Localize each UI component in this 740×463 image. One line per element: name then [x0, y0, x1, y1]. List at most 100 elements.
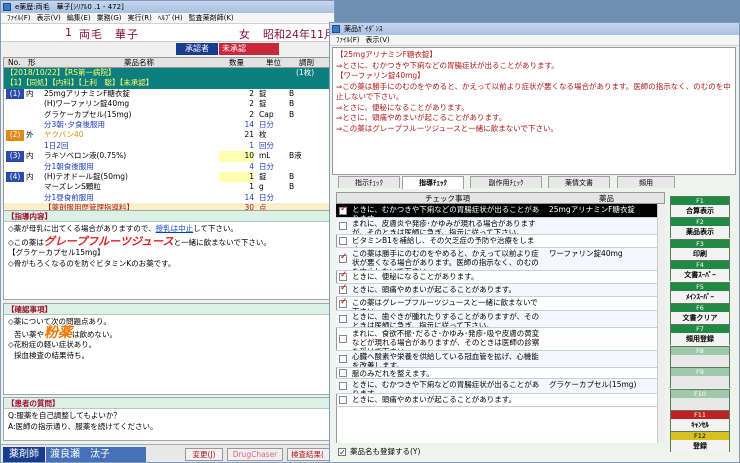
tab-instruction-check[interactable]: 指示ﾁｪｯｸ — [338, 176, 400, 188]
rx-row[interactable]: (2) 外ヤクバン40 21 枚 — [4, 130, 332, 141]
function-button-f5[interactable]: F5 ﾒｲﾝｽｰﾊﾟｰ — [670, 281, 730, 303]
check-row[interactable]: この薬は勝手にのむのをやめると、かえって以前より症状が悪くなる場合があります。医… — [336, 248, 665, 271]
col-form: 形 — [28, 58, 36, 67]
menu-view[interactable]: 表示(V) — [37, 14, 61, 22]
rx-row[interactable]: 【1】【1】【同処】【内科】【上利 聡】【未承認】 — [4, 78, 332, 89]
patient-header: 1 両毛 華子 女 昭和24年11月 — [1, 24, 334, 42]
check-row-checkbox[interactable] — [339, 369, 347, 377]
check-row-checkbox[interactable] — [339, 315, 347, 323]
rx-qty: 2 — [249, 88, 254, 98]
function-button-f12[interactable]: F12 登録 — [670, 431, 730, 453]
check-row-checkbox[interactable] — [339, 335, 347, 343]
menu-business[interactable]: 業務(G) — [97, 14, 122, 22]
check-row[interactable]: ときに、むかつきや下痢などの胃腸症状が出ることがあります。 グラケーカプセル(15… — [336, 379, 665, 394]
function-button-f3[interactable]: F3 印刷 — [670, 238, 730, 260]
check-row[interactable]: 脈のみだれを整えます。 — [336, 368, 665, 379]
menu-help[interactable]: ﾍﾙﾌﾟ(H) — [158, 14, 183, 22]
guidance-line-2: ◇この薬はグレープフルーツジュースと一緒に飲まないで下さい。 — [8, 236, 326, 249]
function-button-f9[interactable]: F9 — [670, 367, 730, 389]
function-button-f2[interactable]: F2 薬品表示 — [670, 217, 730, 239]
function-key-label: F2 — [671, 218, 729, 227]
guidance-text-1a: ◇薬が母乳に出てくる場合がありますので、 — [8, 224, 156, 233]
main-window: e薬歴:両毛 華子[ｼﾘｱﾙ0 .1 - 472] ﾌｧｲﾙ(F) 表示(V) 編集… — [0, 0, 335, 463]
check-row-text: この薬はグレープフルーツジュースと一緒に飲まないで下さい。 — [352, 298, 538, 310]
guidance-section: 【指導内容】 ◇薬が母乳に出てくる場合がありますので、授乳は中止して下さい。 ◇… — [3, 210, 331, 300]
rx-adjust: B液 — [289, 151, 302, 161]
check-row-checkbox[interactable] — [339, 284, 348, 294]
rx-row[interactable]: グラケーカプセル(15mg) 2 Cap B — [4, 109, 332, 120]
check-row[interactable]: ときに、便秘になることがあります。 — [336, 271, 665, 284]
check-row[interactable]: ビタミンB1を補給し、その欠乏症の予防や治療をします。 — [336, 235, 665, 248]
rx-row[interactable]: (3) 内ラキソベロン液(0.75%) 10 mL B液 — [4, 151, 332, 162]
rx-no: (4) — [6, 172, 24, 183]
check-row-text: 心臓へ酸素や栄養を供給している冠血管を拡げ、心機能を改善します。 — [352, 352, 539, 368]
check-row-text: ときに、むかつきや下痢などの胃腸症状が出ることがあります。 — [352, 205, 540, 217]
rx-row[interactable]: (H)ワーファリン錠40mg 2 錠 B — [4, 99, 332, 110]
rx-unit: 日分 — [259, 120, 274, 129]
guidance-text-area[interactable]: 【25mgアリナミンF糖衣錠】 ⇒とさに、むかつきや下痢などの胃腸症状が出ることが… — [332, 47, 736, 175]
check-row-checkbox[interactable] — [339, 237, 347, 245]
check-row[interactable]: ときに、頭痛やめまいが起こることがあります。 — [336, 284, 665, 297]
check-row-text: この薬は勝手にのむのをやめると、かえって以前より症状が悪くなる場合があります。医… — [352, 249, 539, 270]
check-table-scrollbar[interactable] — [657, 204, 665, 443]
check-row-checkbox[interactable] — [339, 382, 347, 390]
rx-row[interactable]: (1) 内 25mgアリナミンF糖衣錠 2 錠 B — [4, 88, 332, 100]
guidance-menu-view[interactable]: 表示(V) — [366, 36, 390, 44]
function-button-f8[interactable]: F8 — [670, 345, 730, 367]
tab-guidance-check[interactable]: 指導ﾁｪｯｸ — [402, 176, 464, 189]
tab-drug-info[interactable]: 薬情文書 — [548, 176, 610, 188]
menu-run[interactable]: 実行(R) — [128, 14, 152, 22]
tab-side-effect-check[interactable]: 副作用ﾁｪｯｸ — [470, 176, 542, 188]
check-row[interactable]: まれに、皮膚炎や発疹･かゆみが現れる場合がありますが、そのときは医師に急ぎ、指示… — [336, 218, 665, 235]
check-row[interactable]: 心臓へ酸素や栄養を供給している冠血管を拡げ、心機能を改善します。 — [336, 351, 665, 368]
function-button-f6[interactable]: F6 文書クリア — [670, 303, 730, 324]
function-button-f10[interactable]: F10 — [670, 388, 730, 410]
register-drug-option[interactable]: ✓ 薬品名も登録する(Y) — [338, 445, 538, 459]
tab-frequent[interactable]: 頻用 — [617, 176, 675, 188]
check-row-checkbox[interactable] — [339, 253, 348, 263]
guidance-line-4: ◇骨がもろくなるのを防ぐビタミンKのお薬です。 — [8, 258, 176, 268]
confirm-body[interactable]: ◇薬について次の問題点あり。 苦い薬や粉薬は飲めない。 ◇花粉症の軽い症状あり。… — [4, 315, 330, 363]
check-row[interactable]: ときに、歯ぐきが腫れたりすることがありますが、そのときは医師に急ぎ、指示に従って… — [336, 311, 665, 328]
guidance-text-2a: ◇この薬は — [8, 237, 44, 247]
function-button-f4[interactable]: F4 文書ｽｰﾊﾟｰ — [670, 260, 730, 282]
confirm-line-2: 苦い薬や粉薬は飲めない。 — [8, 326, 326, 341]
guidance-menu-file[interactable]: ﾌｧｲﾙ(F) — [336, 36, 360, 44]
rx-adjust: B — [289, 182, 295, 192]
register-drug-checkbox[interactable]: ✓ — [338, 448, 346, 457]
check-row-checkbox[interactable] — [339, 271, 348, 281]
check-row[interactable]: まれに、食欲不振･だるさ･かゆみ･発疹･吸や皮膚の黄変などが現れる場合があります… — [336, 328, 665, 351]
function-button-f11[interactable]: F11 ｷｬﾝｾﾙ — [670, 410, 730, 431]
change-button[interactable]: 変更(J) — [185, 448, 223, 461]
rx-row[interactable]: 分1朝食後服用 4 日分 — [4, 161, 332, 172]
guidance-body[interactable]: ◇薬が母乳に出てくる場合がありますので、授乳は中止して下さい。 ◇この薬はグレー… — [4, 222, 330, 271]
rx-row[interactable]: マーズレンS顆粒 1 g B — [4, 182, 332, 193]
check-row-checkbox[interactable] — [339, 222, 347, 230]
check-row[interactable]: この薬はグレープフルーツジュースと一緒に飲まないで下さい。 — [336, 297, 665, 311]
rx-drug: ヤクバン40 — [44, 130, 84, 140]
check-row-text: ビタミンB1を補給し、その欠乏症の予防や治療をします。 — [352, 236, 535, 247]
rx-row[interactable]: 分1昼食前服用 14 日分 — [4, 192, 332, 204]
question-body[interactable]: Q:服薬を自己調整してもよいか？ A:医師の指示通り、服薬を続けてください。 — [4, 409, 330, 434]
function-button-f1[interactable]: F1 合算表示 — [670, 196, 730, 217]
menu-file[interactable]: ﾌｧｲﾙ(F) — [7, 14, 31, 22]
main-title: e薬歴:両毛 華子[ｼﾘｱﾙ0 .1 - 472] — [15, 3, 124, 11]
function-key-label: F6 — [671, 304, 729, 312]
rx-row[interactable]: (4) 内 (H)テオドール錠(50mg) 1 錠 B — [4, 172, 332, 183]
rx-row[interactable]: 【1】【2018/10/22】【RS第一病院】(1枚) — [4, 68, 332, 79]
rx-row[interactable]: 1日2回 1 回分 — [4, 140, 332, 152]
check-row-checkbox[interactable] — [339, 396, 347, 404]
drugchaser-button[interactable]: DrugChaser — [227, 448, 283, 461]
menu-auditor[interactable]: 監査薬剤師(K) — [189, 14, 234, 22]
check-row[interactable]: ときに、むかつきや下痢などの胃腸症状が出ることがあります。 25mgアリナミンF糖… — [336, 204, 665, 218]
menu-edit[interactable]: 編集(E) — [67, 14, 91, 22]
check-row-checkbox[interactable] — [339, 205, 348, 215]
check-row-checkbox[interactable] — [339, 355, 347, 363]
rx-row[interactable]: 分3朝･夕食後服用 14 日分 — [4, 120, 332, 131]
rx-unit: 日分 — [259, 161, 274, 171]
check-row[interactable]: ときに、頭痛やめまいが起こることがあります。 — [336, 394, 665, 407]
test-result-button[interactable]: 検査結果( — [287, 448, 334, 461]
rx-qty: 2 — [249, 109, 254, 119]
function-button-f7[interactable]: F7 頻用登録 — [670, 324, 730, 346]
check-row-checkbox[interactable] — [339, 298, 348, 308]
